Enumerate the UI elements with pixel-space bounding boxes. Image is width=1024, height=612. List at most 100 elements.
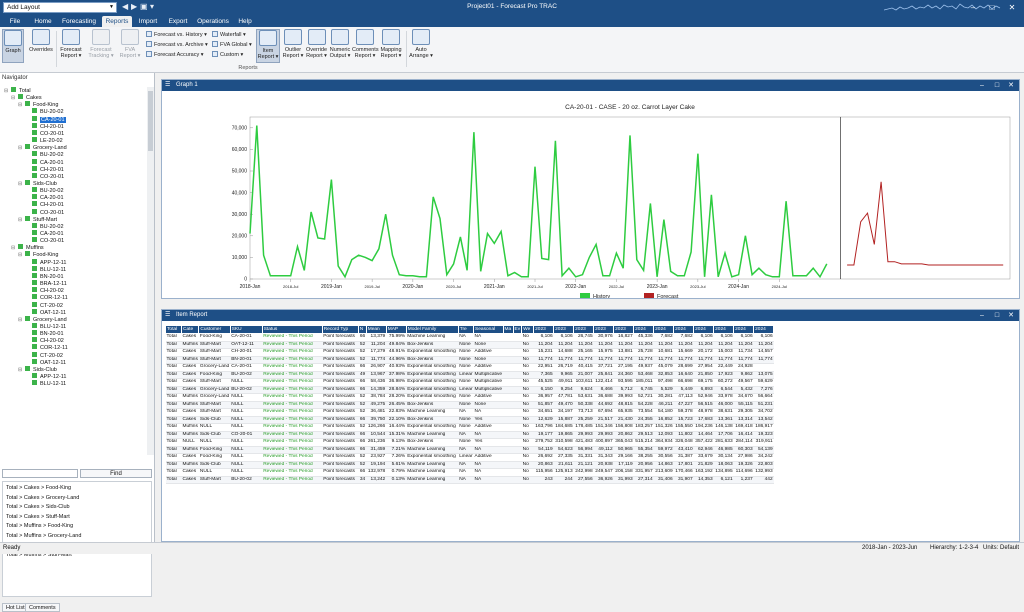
tree-item-sku[interactable]: BLU-12-11 [25,380,66,387]
expand-toggle-icon[interactable]: ⊟ [11,95,16,102]
column-header[interactable]: Ev [512,325,523,334]
tree-item-sku[interactable]: BLU-12-11 [25,265,66,273]
find-button[interactable]: Find [80,469,152,478]
column-header[interactable]: 2023 [533,325,555,334]
item-report-button[interactable]: Item Report ▾ [256,29,280,63]
column-header[interactable]: Ma [502,325,514,334]
minimize-icon[interactable]: – [966,1,980,14]
table-row[interactable]: Total Cakes Stuff-Mart CH-20-01 Reviewed - T… [165,348,774,357]
tree-item-sku[interactable]: CT-20-02 [25,351,63,359]
table-row[interactable]: Total Cakes Sids-Club NULL Reviewed - This P… [165,416,774,424]
column-header[interactable]: Total [165,325,182,334]
tree-item-sku[interactable]: CO-20-01 [25,129,64,137]
tree-item-group[interactable]: ⊟ Total [4,87,31,94]
column-header[interactable]: 2023 [593,325,615,334]
column-header[interactable]: 2023 [553,325,575,334]
table-row[interactable]: Total Cakes Food-King BU-20-02 Reviewed - Th… [165,371,774,379]
table-row[interactable]: Total Muffins NULL NULL Reviewed - This Peri… [165,423,774,432]
table-row[interactable]: Total Cakes Stuff-Mart BU-20-02 Reviewed - T… [165,476,774,484]
forecast-vs-archive-button[interactable]: Forecast vs. Archive ▾ [146,41,208,50]
tree-item-sku[interactable]: CO-20-01 [25,172,64,180]
column-header[interactable]: 2024 [753,325,775,334]
menu-help[interactable]: Help [235,16,255,27]
navigator-scrollbar[interactable] [147,87,154,455]
menu-reports[interactable]: Reports [102,16,132,27]
tab-comments[interactable]: Comments [25,603,60,612]
tree-item-group[interactable]: ⊟ Stuff-Mart [18,215,57,223]
tree-item-sku[interactable]: CT-20-02 [25,301,63,309]
expand-toggle-icon[interactable]: ⊟ [18,367,23,374]
table-row[interactable]: Total Cakes Food-King CA-20-01 Reviewed - Th… [165,333,774,342]
auto-arrange-button[interactable]: Auto Arrange ▾ [409,29,433,63]
column-header[interactable]: Model Family [405,325,459,334]
hot-list-item[interactable]: Total > Cakes > Stuff-Mart [6,513,70,521]
tree-item-sku[interactable]: CO-20-01 [25,208,64,216]
column-header[interactable]: 2023 [573,325,595,334]
mapping-report-button[interactable]: Mapping Report ▾ [379,29,403,63]
tree-item-sku[interactable]: BU-20-02 [25,187,64,194]
column-header[interactable]: 2023 [613,325,635,334]
qat-menu-icon[interactable]: ▾ [150,2,154,12]
overrides-button[interactable]: Overrides [28,29,54,63]
tree-item-sku[interactable]: CH-20-01 [25,165,64,173]
expand-toggle-icon[interactable]: ⊟ [18,252,23,259]
tree-item-group[interactable]: ⊟ Food-King [18,101,58,108]
table-row[interactable]: Total Cakes Stuff-Mart NULL Reviewed - This … [165,408,774,417]
column-header[interactable]: We [521,325,535,334]
table-row[interactable]: Total Muffins Stuff-Mart OAT-12-11 Reviewed … [165,341,774,349]
tree-item-sku[interactable]: OAT-12-11 [25,358,66,366]
maximize-icon[interactable]: □ [985,1,999,14]
expand-toggle-icon[interactable]: ⊟ [11,245,16,252]
override-report-button[interactable]: Override Report ▾ [305,29,328,63]
column-header[interactable]: Seasonal [473,325,504,334]
menu-forecasting[interactable]: Forecasting [60,16,98,27]
menu-file[interactable]: File [6,16,24,27]
layout-combo[interactable]: Add Layout ▼ [3,2,117,13]
tree-item-sku[interactable]: COR-12-11 [25,344,68,351]
forecast-tracking-button[interactable]: Forecast Tracking ▾ [88,29,114,63]
column-header[interactable]: Status [261,325,323,334]
menu-export[interactable]: Export [166,16,190,27]
numeric-output-button[interactable]: Numeric Output ▾ [329,29,351,63]
fva-global-button[interactable]: FVA Global ▾ [212,41,252,50]
custom-button[interactable]: Custom ▾ [212,51,243,60]
minimize-icon[interactable]: – [975,80,989,91]
tree-item-sku[interactable]: CA-20-01 [25,115,66,123]
column-header[interactable]: 2024 [693,325,715,334]
table-row[interactable]: Total Cakes Grocery-Land BU-20-02 Reviewed -… [165,386,774,394]
column-header[interactable]: SKU [229,325,263,334]
hot-list-item[interactable]: Total > Cakes > Sids-Club [6,503,70,511]
column-header[interactable]: N [357,325,367,334]
forward-icon[interactable]: ▶ [131,2,137,12]
column-header[interactable]: 2024 [733,325,755,334]
table-row[interactable]: Total Muffins Food-King NULL Reviewed - This… [165,446,774,454]
tree-item-sku[interactable]: CH-20-02 [25,337,64,344]
tree-item-sku[interactable]: CA-20-01 [25,194,64,201]
tree-item-sku[interactable]: BU-20-02 [25,108,64,115]
tree-item-group[interactable]: ⊟ Grocery-Land [18,144,67,151]
tree-item-group[interactable]: ⊟ Sids-Club [18,179,57,188]
table-row[interactable]: Total Cakes Stuff-Mart NULL Reviewed - This … [165,378,774,387]
column-header[interactable]: MAP [385,325,407,334]
column-header[interactable]: Customer [198,325,231,334]
close-icon[interactable]: ✕ [1004,80,1018,91]
column-header[interactable]: Record Typ [321,325,359,334]
chevron-down-icon[interactable]: ▼ [109,3,114,12]
comments-report-button[interactable]: Comments Report ▾ [352,29,379,63]
tree-item-sku[interactable]: BLU-12-11 [25,322,66,330]
tree-item-sku[interactable]: OAT-12-11 [25,308,66,316]
close-icon[interactable]: ✕ [1004,310,1018,321]
column-header[interactable]: 2024 [673,325,695,334]
tree-item-sku[interactable]: BN-20-01 [25,272,64,280]
tree-item-sku[interactable]: CH-20-01 [25,122,64,130]
expand-toggle-icon[interactable]: ⊟ [18,181,23,188]
tree-item-sku[interactable]: CA-20-01 [25,158,64,166]
hot-list-item[interactable]: Total > Muffins > Grocery-Land [6,532,81,540]
tree-item-group[interactable]: ⊟ Sids-Club [18,365,57,374]
expand-toggle-icon[interactable]: ⊟ [4,88,9,95]
column-header[interactable]: 2024 [633,325,655,334]
tree-item-group[interactable]: ⊟ Muffins [11,244,44,251]
column-header[interactable]: Mean [365,325,387,334]
camera-icon[interactable]: ▣ [140,2,148,12]
tree-item-sku[interactable]: LE-20-02 [25,137,63,144]
